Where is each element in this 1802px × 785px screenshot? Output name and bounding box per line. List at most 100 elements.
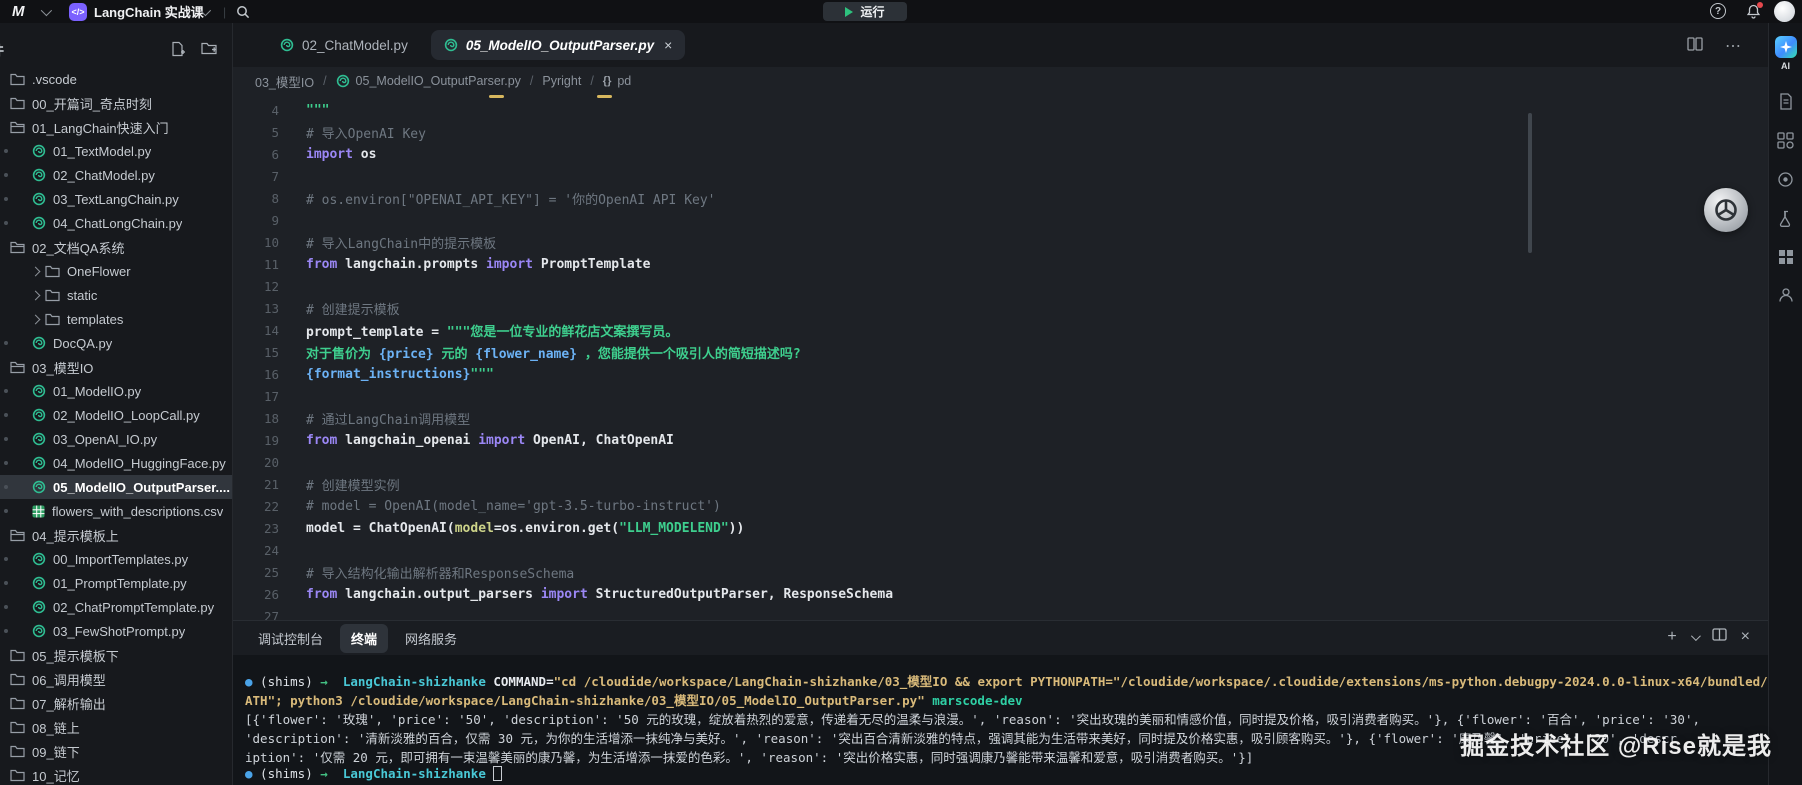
flask-icon[interactable] [1778, 210, 1794, 227]
ai-label: AI [1781, 61, 1790, 71]
file-name: 02_ChatPromptTemplate.py [53, 600, 214, 615]
split-editor-icon[interactable] [1687, 37, 1703, 56]
file-tree-item[interactable]: 01_ModelIO.py [0, 379, 232, 403]
folder-icon [10, 673, 25, 686]
file-tree-item[interactable]: 00_开篇词_奇点时刻 [0, 91, 232, 115]
line-number: 27 [233, 609, 279, 621]
workspace-chevron-icon[interactable] [200, 0, 208, 23]
file-tree-item[interactable]: 01_TextModel.py [0, 139, 232, 163]
file-tree-item[interactable]: 06_调用模型 [0, 667, 232, 691]
file-name: 06_调用模型 [32, 670, 106, 689]
file-tree-item[interactable]: 02_ModelIO_LoopCall.py [0, 403, 232, 427]
file-name: 08_链上 [32, 718, 80, 737]
file-tree-item[interactable]: .vscode [0, 67, 232, 91]
panel-tab[interactable]: 调试控制台 [247, 624, 334, 653]
python-file-icon [32, 456, 46, 470]
add-terminal-icon[interactable]: + [1667, 629, 1676, 645]
document-icon[interactable] [1778, 93, 1794, 110]
panel-tab[interactable]: 终端 [340, 624, 388, 653]
line-number: 25 [233, 565, 279, 580]
folder-icon [45, 265, 60, 278]
python-file-icon [32, 552, 46, 566]
code-editor[interactable]: 4"""5# 导入OpenAI Key6import os78# os.envi… [233, 95, 1768, 620]
avatar[interactable] [1774, 1, 1795, 22]
chevron-right-icon [31, 290, 41, 300]
file-tree-item[interactable]: static [0, 283, 232, 307]
line-number: 22 [233, 499, 279, 514]
grid-icon[interactable] [1778, 249, 1794, 265]
file-tree-item[interactable]: templates [0, 307, 232, 331]
new-file-icon[interactable] [170, 41, 186, 62]
terminal-line: ATH"; python3 /cloudide/workspace/LangCh… [245, 690, 1768, 709]
new-folder-icon[interactable] [201, 41, 218, 62]
file-tree-item[interactable]: 05_提示模板下 [0, 643, 232, 667]
breadcrumb-item[interactable]: {}pd [603, 74, 631, 88]
line-number: 18 [233, 411, 279, 426]
terminal-dropdown-chevron-icon[interactable] [1691, 631, 1701, 641]
warning-underline-marker [489, 95, 504, 98]
python-file-icon [336, 74, 350, 88]
file-status-dot [4, 341, 8, 345]
file-tree-item[interactable]: 10_记忆 [0, 763, 232, 785]
breadcrumb-item[interactable]: 03_模型IO [255, 72, 314, 91]
file-name: 03_TextLangChain.py [53, 192, 179, 207]
code-line: 15对于售价为 {price} 元的 {flower_name} ，您能提供一个… [233, 341, 1768, 363]
python-file-icon [32, 168, 46, 182]
file-tree-item[interactable]: 02_文档QA系统 [0, 235, 232, 259]
file-tree-item[interactable]: flowers_with_descriptions.csv [0, 499, 232, 523]
editor-scrollbar[interactable] [1528, 113, 1532, 253]
file-tree-item[interactable]: 08_链上 [0, 715, 232, 739]
file-tree-item[interactable]: 03_OpenAI_IO.py [0, 427, 232, 451]
close-panel-icon[interactable]: × [1741, 629, 1750, 645]
file-status-dot [4, 389, 8, 393]
folder-icon [10, 721, 25, 734]
file-tree-item[interactable]: 02_ChatPromptTemplate.py [0, 595, 232, 619]
line-number: 5 [233, 125, 279, 140]
file-name: 01_LangChain快速入门 [32, 118, 169, 137]
editor-tab[interactable]: 02_ChatModel.py [267, 30, 421, 60]
file-tree-item[interactable]: 03_TextLangChain.py [0, 187, 232, 211]
ai-logo-icon[interactable] [1775, 36, 1797, 58]
file-tree-item[interactable]: 03_模型IO [0, 355, 232, 379]
workspace-title[interactable]: LangChain 实战课 [94, 0, 204, 23]
code-line: 6import os [233, 143, 1768, 165]
topbar-divider: | [223, 0, 226, 23]
terminal-output[interactable]: ● (shims) → LangChain-shizhanke COMMAND=… [233, 655, 1768, 785]
breadcrumb-item[interactable]: Pyright [542, 74, 581, 88]
line-number: 15 [233, 345, 279, 360]
chevron-right-icon [31, 266, 41, 276]
explorer-header-label: 件 [0, 40, 4, 59]
breadcrumb-item[interactable]: 05_ModelIO_OutputParser.py [336, 74, 521, 88]
split-panel-icon[interactable] [1712, 628, 1727, 646]
file-tree-item[interactable]: 00_ImportTemplates.py [0, 547, 232, 571]
file-tree-item[interactable]: 01_LangChain快速入门 [0, 115, 232, 139]
file-tree-item[interactable]: 03_FewShotPrompt.py [0, 619, 232, 643]
logo-menu-chevron-icon[interactable] [41, 0, 49, 23]
file-tree-item[interactable]: 04_ChatLongChain.py [0, 211, 232, 235]
file-tree-item[interactable]: 02_ChatModel.py [0, 163, 232, 187]
extensions-icon[interactable] [1777, 132, 1794, 149]
folder-icon [10, 649, 25, 662]
file-tree-item[interactable]: 04_ModelIO_HuggingFace.py [0, 451, 232, 475]
panel-tab[interactable]: 网络服务 [394, 624, 468, 653]
help-icon[interactable]: ? [1710, 3, 1726, 19]
file-tree-item[interactable]: DocQA.py [0, 331, 232, 355]
file-tree-item[interactable]: 04_提示模板上 [0, 523, 232, 547]
run-button[interactable]: 运行 [823, 2, 907, 21]
file-tree-item[interactable]: 07_解析输出 [0, 691, 232, 715]
ai-assistant-bubble[interactable] [1704, 188, 1748, 232]
app-logo[interactable]: M [12, 0, 24, 23]
target-icon[interactable] [1777, 171, 1794, 188]
search-icon[interactable] [236, 0, 250, 23]
close-tab-icon[interactable]: × [664, 37, 672, 53]
bell-icon[interactable] [1746, 4, 1761, 24]
code-line: 19from langchain_openai import OpenAI, C… [233, 429, 1768, 451]
file-tree-item[interactable]: OneFlower [0, 259, 232, 283]
file-tree-item[interactable]: 09_链下 [0, 739, 232, 763]
more-icon[interactable]: ⋯ [1725, 36, 1742, 56]
file-tree-item[interactable]: 01_PromptTemplate.py [0, 571, 232, 595]
user-icon[interactable] [1778, 287, 1794, 303]
file-tree-item[interactable]: 05_ModelIO_OutputParser.... [0, 475, 232, 499]
code-line: 26from langchain.output_parsers import S… [233, 583, 1768, 605]
editor-tab[interactable]: 05_ModelIO_OutputParser.py× [431, 30, 686, 60]
